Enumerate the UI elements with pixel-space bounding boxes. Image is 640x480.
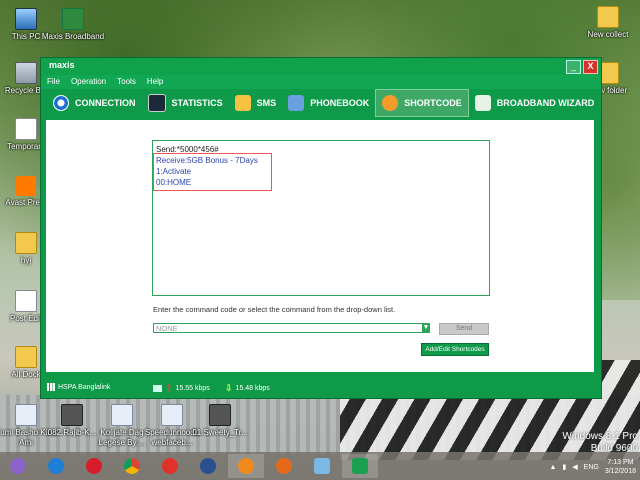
signal-strength-icon: [47, 383, 55, 391]
main-toolbar: CONNECTION STATISTICS SMS PHONEBOOK SHOR…: [41, 89, 601, 117]
sms-icon: [234, 95, 251, 111]
recycle-bin-icon: [15, 62, 37, 84]
video-thumb-icon: [209, 404, 231, 426]
taskbar-uc-browser[interactable]: [228, 454, 264, 478]
folder-icon: [597, 6, 619, 28]
add-edit-shortcodes-button[interactable]: Add/Edit Shortcodes: [421, 343, 489, 356]
windows-taskbar: ▲ ▮ ◀ ENG 7:13 PM 3/12/2018: [0, 452, 640, 480]
statistics-icon: [147, 94, 166, 112]
start-button[interactable]: [0, 454, 36, 478]
tab-sms[interactable]: SMS: [229, 90, 283, 116]
close-button[interactable]: X: [583, 60, 598, 74]
clock-time: 7:13 PM: [607, 459, 634, 466]
command-hint-text: Enter the command code or select the com…: [153, 305, 396, 314]
upload-arrow-icon: ⇧: [165, 383, 173, 393]
ussd-response-box[interactable]: Send:*5000*456# Receive:5GB Bonus - 7Day…: [152, 140, 490, 296]
maxis-app-icon: [62, 8, 84, 30]
uc-browser-icon: [238, 458, 254, 474]
phonebook-icon: [288, 95, 305, 111]
taskbar-firefox[interactable]: [266, 454, 302, 478]
computer-icon: [15, 8, 37, 30]
language-indicator[interactable]: ENG: [584, 464, 599, 471]
avast-icon: [16, 176, 36, 196]
menu-help[interactable]: Help: [147, 75, 163, 89]
system-tray: ▲ ▮ ◀ ENG 7:13 PM 3/12/2018: [549, 456, 636, 478]
shortcode-panel: Send:*5000*456# Receive:5GB Bonus - 7Day…: [46, 120, 594, 372]
file-explorer-icon: [314, 458, 330, 474]
maxis-app-window: maxis _ X File Operation Tools Help CONN…: [40, 57, 602, 399]
taskbar-app[interactable]: [190, 454, 226, 478]
media-file-icon: [15, 404, 37, 426]
tab-statistics[interactable]: STATISTICS: [142, 90, 229, 116]
maxis-taskbar-icon: [352, 458, 368, 474]
opera-icon: [86, 458, 102, 474]
broadband-wizard-icon: [474, 95, 491, 111]
folder-icon: [15, 232, 37, 254]
sent-command-line: Send:*5000*456#: [156, 145, 219, 154]
menu-tools[interactable]: Tools: [117, 75, 136, 89]
tray-arrow-icon[interactable]: ▲: [549, 464, 556, 471]
tab-connection[interactable]: CONNECTION: [47, 90, 142, 116]
network-tray-icon[interactable]: ▮: [562, 463, 566, 471]
app-icon: [200, 458, 216, 474]
folder-icon: [15, 346, 37, 368]
desktop-icon-sweety[interactable]: 01.Sweety_Tr...: [188, 404, 252, 438]
media-player-icon: [162, 458, 178, 474]
connection-icon: [53, 95, 69, 111]
clock[interactable]: 7:13 PM 3/12/2018: [605, 458, 636, 476]
received-message-line: Receive:5GB Bonus - 7Days: [156, 156, 258, 165]
word-doc-icon: [15, 290, 37, 312]
internet-explorer-icon: [48, 458, 64, 474]
minimize-button[interactable]: _: [566, 60, 581, 74]
taskbar-ie[interactable]: [38, 454, 74, 478]
send-button[interactable]: Send: [439, 323, 489, 335]
taskbar-maxis[interactable]: [342, 454, 378, 478]
desktop-icon-maxis[interactable]: Maxis Broadband: [41, 8, 105, 42]
taskbar-media[interactable]: [152, 454, 188, 478]
video-thumb-icon: [61, 404, 83, 426]
title-bar[interactable]: maxis _ X: [41, 58, 601, 75]
menu-file[interactable]: File: [47, 75, 60, 89]
tab-shortcode[interactable]: SHORTCODE: [375, 89, 469, 117]
watermark-edition: Windows 8.1 Pro: [562, 431, 638, 442]
pc-connection-icon: [153, 385, 162, 392]
start-icon: [10, 458, 26, 474]
menu-option-home: 00:HOME: [156, 178, 192, 187]
menu-option-activate: 1:Activate: [156, 167, 192, 176]
menu-operation[interactable]: Operation: [71, 75, 106, 89]
tab-phonebook[interactable]: PHONEBOOK: [282, 90, 375, 116]
media-file-icon: [161, 404, 183, 426]
media-file-icon: [111, 404, 133, 426]
taskbar-explorer[interactable]: [304, 454, 340, 478]
chrome-icon: [124, 458, 140, 474]
menu-bar: File Operation Tools Help: [41, 75, 601, 89]
maxis-logo: maxis: [49, 60, 75, 70]
firefox-icon: [276, 458, 292, 474]
shortcode-icon: [382, 95, 399, 111]
tab-broadband-wizard[interactable]: BROADBAND WIZARD: [469, 90, 601, 116]
word-doc-icon: [15, 118, 37, 140]
volume-icon[interactable]: ◀: [572, 463, 577, 471]
download-speed: ⇩ 15.48 kbps: [225, 383, 270, 393]
clock-date: 3/12/2018: [604, 468, 636, 475]
taskbar-opera[interactable]: [76, 454, 112, 478]
chevron-down-icon[interactable]: ▼: [422, 323, 430, 333]
command-dropdown[interactable]: NONE: [153, 323, 429, 333]
desktop-icon-new-collect[interactable]: New collect: [576, 6, 640, 40]
upload-speed: ⇧ 15.55 kbps: [153, 383, 210, 394]
network-status: HSPA Banglalink: [47, 383, 110, 391]
status-bar: HSPA Banglalink ⇧ 15.55 kbps ⇩ 15.48 kbp…: [41, 377, 601, 398]
download-arrow-icon: ⇩: [225, 383, 233, 393]
taskbar-chrome[interactable]: [114, 454, 150, 478]
